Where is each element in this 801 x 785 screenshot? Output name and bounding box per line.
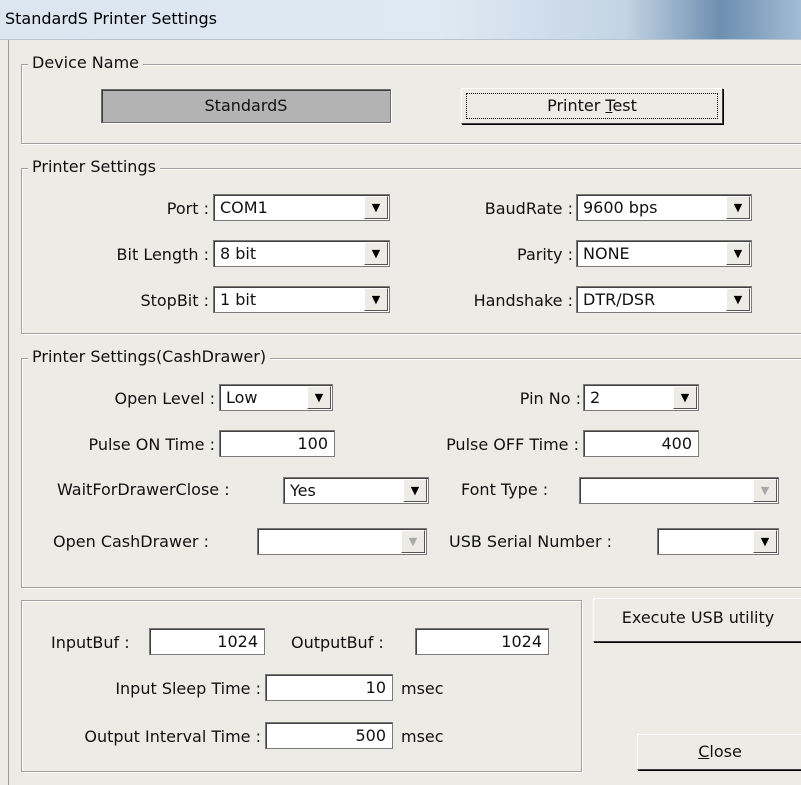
input-buf-value: 1024 — [217, 632, 258, 651]
bit-length-label: Bit Length : — [116, 245, 209, 264]
pulse-on-time-value: 100 — [297, 434, 328, 453]
open-level-value: Low — [226, 388, 258, 407]
chevron-down-icon[interactable]: ▼ — [307, 386, 331, 409]
output-buf-value: 1024 — [501, 632, 542, 651]
wait-for-drawer-close-select[interactable]: Yes ▼ — [283, 477, 429, 504]
pin-no-label: Pin No : — [519, 389, 581, 408]
window-title: StandardS Printer Settings — [5, 9, 217, 28]
stopbit-label: StopBit : — [140, 291, 209, 310]
output-buf-input[interactable]: 1024 — [415, 628, 549, 655]
wait-for-drawer-close-label: WaitForDrawerClose : — [57, 480, 230, 499]
parity-label: Parity : — [517, 245, 573, 264]
input-sleep-time-input[interactable]: 10 — [265, 674, 393, 701]
chevron-down-icon[interactable]: ▼ — [673, 386, 697, 409]
stopbit-select[interactable]: 1 bit ▼ — [213, 286, 390, 313]
close-button[interactable]: Close — [637, 734, 801, 770]
handshake-select[interactable]: DTR/DSR ▼ — [576, 286, 752, 313]
pin-no-select[interactable]: 2 ▼ — [583, 384, 699, 411]
font-type-label: Font Type : — [461, 480, 549, 499]
printer-test-button[interactable]: Printer Test — [461, 88, 723, 124]
pulse-on-time-label: Pulse ON Time : — [88, 435, 216, 454]
usb-serial-number-label: USB Serial Number : — [449, 532, 613, 551]
chevron-down-icon[interactable]: ▼ — [401, 530, 425, 553]
chevron-down-icon[interactable]: ▼ — [753, 479, 777, 502]
chevron-down-icon[interactable]: ▼ — [726, 196, 750, 219]
port-value: COM1 — [220, 198, 268, 217]
stopbit-value: 1 bit — [220, 290, 257, 309]
bit-length-select[interactable]: 8 bit ▼ — [213, 240, 390, 267]
chevron-down-icon[interactable]: ▼ — [753, 530, 777, 553]
device-name-legend: Device Name — [28, 53, 144, 72]
wait-for-drawer-close-value: Yes — [290, 481, 316, 500]
output-buf-label: OutputBuf : — [291, 633, 384, 652]
baudrate-value: 9600 bps — [583, 198, 658, 217]
device-name-display: StandardS — [101, 89, 391, 123]
port-select[interactable]: COM1 ▼ — [213, 194, 390, 221]
execute-usb-utility-button[interactable]: Execute USB utility — [593, 598, 801, 642]
usb-serial-number-select[interactable]: ▼ — [657, 528, 779, 555]
parity-value: NONE — [583, 244, 630, 263]
printer-settings-legend: Printer Settings — [28, 157, 160, 176]
open-cashdrawer-label: Open CashDrawer : — [53, 532, 209, 551]
cashdrawer-settings-legend: Printer Settings(CashDrawer) — [28, 347, 271, 366]
output-interval-time-value: 500 — [355, 726, 386, 745]
open-level-select[interactable]: Low ▼ — [219, 384, 333, 411]
output-interval-time-label: Output Interval Time : — [84, 727, 261, 746]
chevron-down-icon[interactable]: ▼ — [364, 288, 388, 311]
pulse-off-time-input[interactable]: 400 — [583, 430, 699, 457]
pulse-off-time-label: Pulse OFF Time : — [446, 435, 579, 454]
handshake-label: Handshake : — [473, 291, 573, 310]
bit-length-value: 8 bit — [220, 244, 257, 263]
handshake-value: DTR/DSR — [583, 290, 656, 309]
output-interval-time-unit: msec — [401, 727, 444, 746]
parity-select[interactable]: NONE ▼ — [576, 240, 752, 267]
input-buf-label: InputBuf : — [51, 633, 130, 652]
chevron-down-icon[interactable]: ▼ — [726, 242, 750, 265]
port-label: Port : — [166, 199, 209, 218]
chevron-down-icon[interactable]: ▼ — [364, 242, 388, 265]
chevron-down-icon[interactable]: ▼ — [403, 479, 427, 502]
pulse-off-time-value: 400 — [661, 434, 692, 453]
input-sleep-time-unit: msec — [401, 679, 444, 698]
open-cashdrawer-select[interactable]: ▼ — [257, 528, 427, 555]
input-buf-input[interactable]: 1024 — [149, 628, 265, 655]
output-interval-time-input[interactable]: 500 — [265, 722, 393, 749]
font-type-select[interactable]: ▼ — [579, 477, 779, 504]
title-bar[interactable]: StandardS Printer Settings — [0, 0, 801, 40]
chevron-down-icon[interactable]: ▼ — [364, 196, 388, 219]
baudrate-select[interactable]: 9600 bps ▼ — [576, 194, 752, 221]
open-level-label: Open Level : — [114, 389, 215, 408]
input-sleep-time-value: 10 — [365, 678, 386, 697]
pulse-on-time-input[interactable]: 100 — [219, 430, 335, 457]
input-sleep-time-label: Input Sleep Time : — [115, 679, 261, 698]
dialog-client-area: Device Name StandardS Printer Test Print… — [8, 40, 801, 785]
chevron-down-icon[interactable]: ▼ — [726, 288, 750, 311]
pin-no-value: 2 — [590, 388, 601, 407]
baudrate-label: BaudRate : — [484, 199, 573, 218]
